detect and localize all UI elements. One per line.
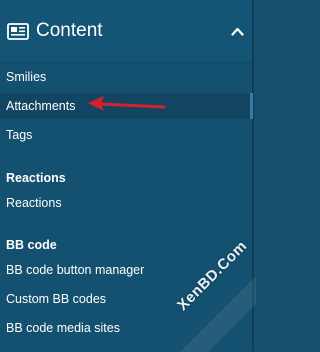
section-heading-reactions: Reactions (6, 171, 66, 185)
nav-item-label: Custom BB codes (6, 292, 107, 306)
nav-item-label: BB code button manager (6, 263, 145, 277)
nav-item-label: Smilies (6, 70, 47, 84)
nav-item-tags[interactable]: Tags (0, 122, 252, 148)
red-arrow-icon (88, 96, 166, 111)
active-indicator (250, 93, 253, 119)
section-heading-bb-code: BB code (6, 238, 57, 252)
nav-item-smilies[interactable]: Smilies (0, 64, 252, 90)
content-section-header[interactable]: Content (0, 0, 252, 63)
nav-item-label: Tags (6, 128, 33, 142)
nav-item-label: Attachments (6, 99, 76, 113)
nav-item-reactions[interactable]: Reactions (0, 190, 252, 216)
newspaper-icon (7, 23, 29, 40)
nav-item-label: Reactions (6, 196, 62, 210)
chevron-up-icon[interactable] (231, 27, 244, 36)
content-section-title: Content (36, 20, 103, 41)
nav-item-label: BB code media sites (6, 321, 120, 335)
